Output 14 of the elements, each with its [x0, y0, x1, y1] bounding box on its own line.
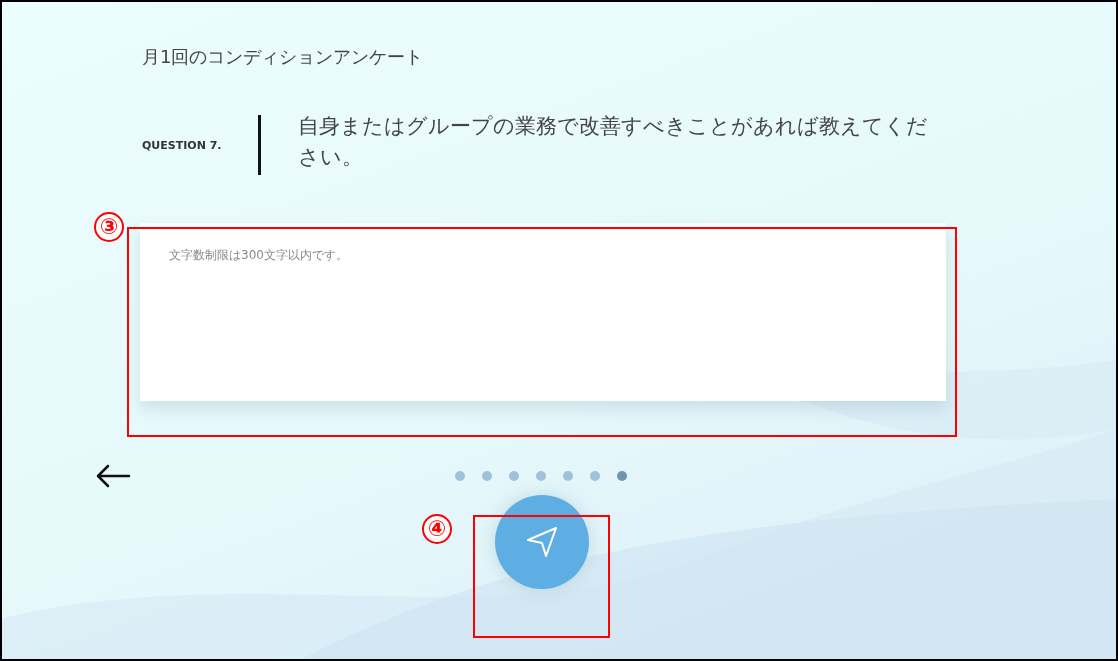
question-text: 自身またはグループの業務で改善すべきことがあれば教えてください。 [298, 113, 929, 171]
send-icon [524, 524, 560, 560]
page-dot[interactable] [617, 471, 627, 481]
page-dot[interactable] [509, 471, 519, 481]
annotation-number: ④ [422, 514, 452, 544]
survey-title: 月1回のコンディションアンケート [142, 45, 425, 69]
answer-field[interactable]: 文字数制限は300文字以内です。 [140, 223, 946, 401]
page-dot[interactable] [455, 471, 465, 481]
page-dot[interactable] [536, 471, 546, 481]
page-dot[interactable] [482, 471, 492, 481]
annotation-number: ③ [94, 212, 124, 242]
page-dot[interactable] [563, 471, 573, 481]
question-number: QUESTION 7. [141, 138, 223, 152]
page-dot[interactable] [590, 471, 600, 481]
